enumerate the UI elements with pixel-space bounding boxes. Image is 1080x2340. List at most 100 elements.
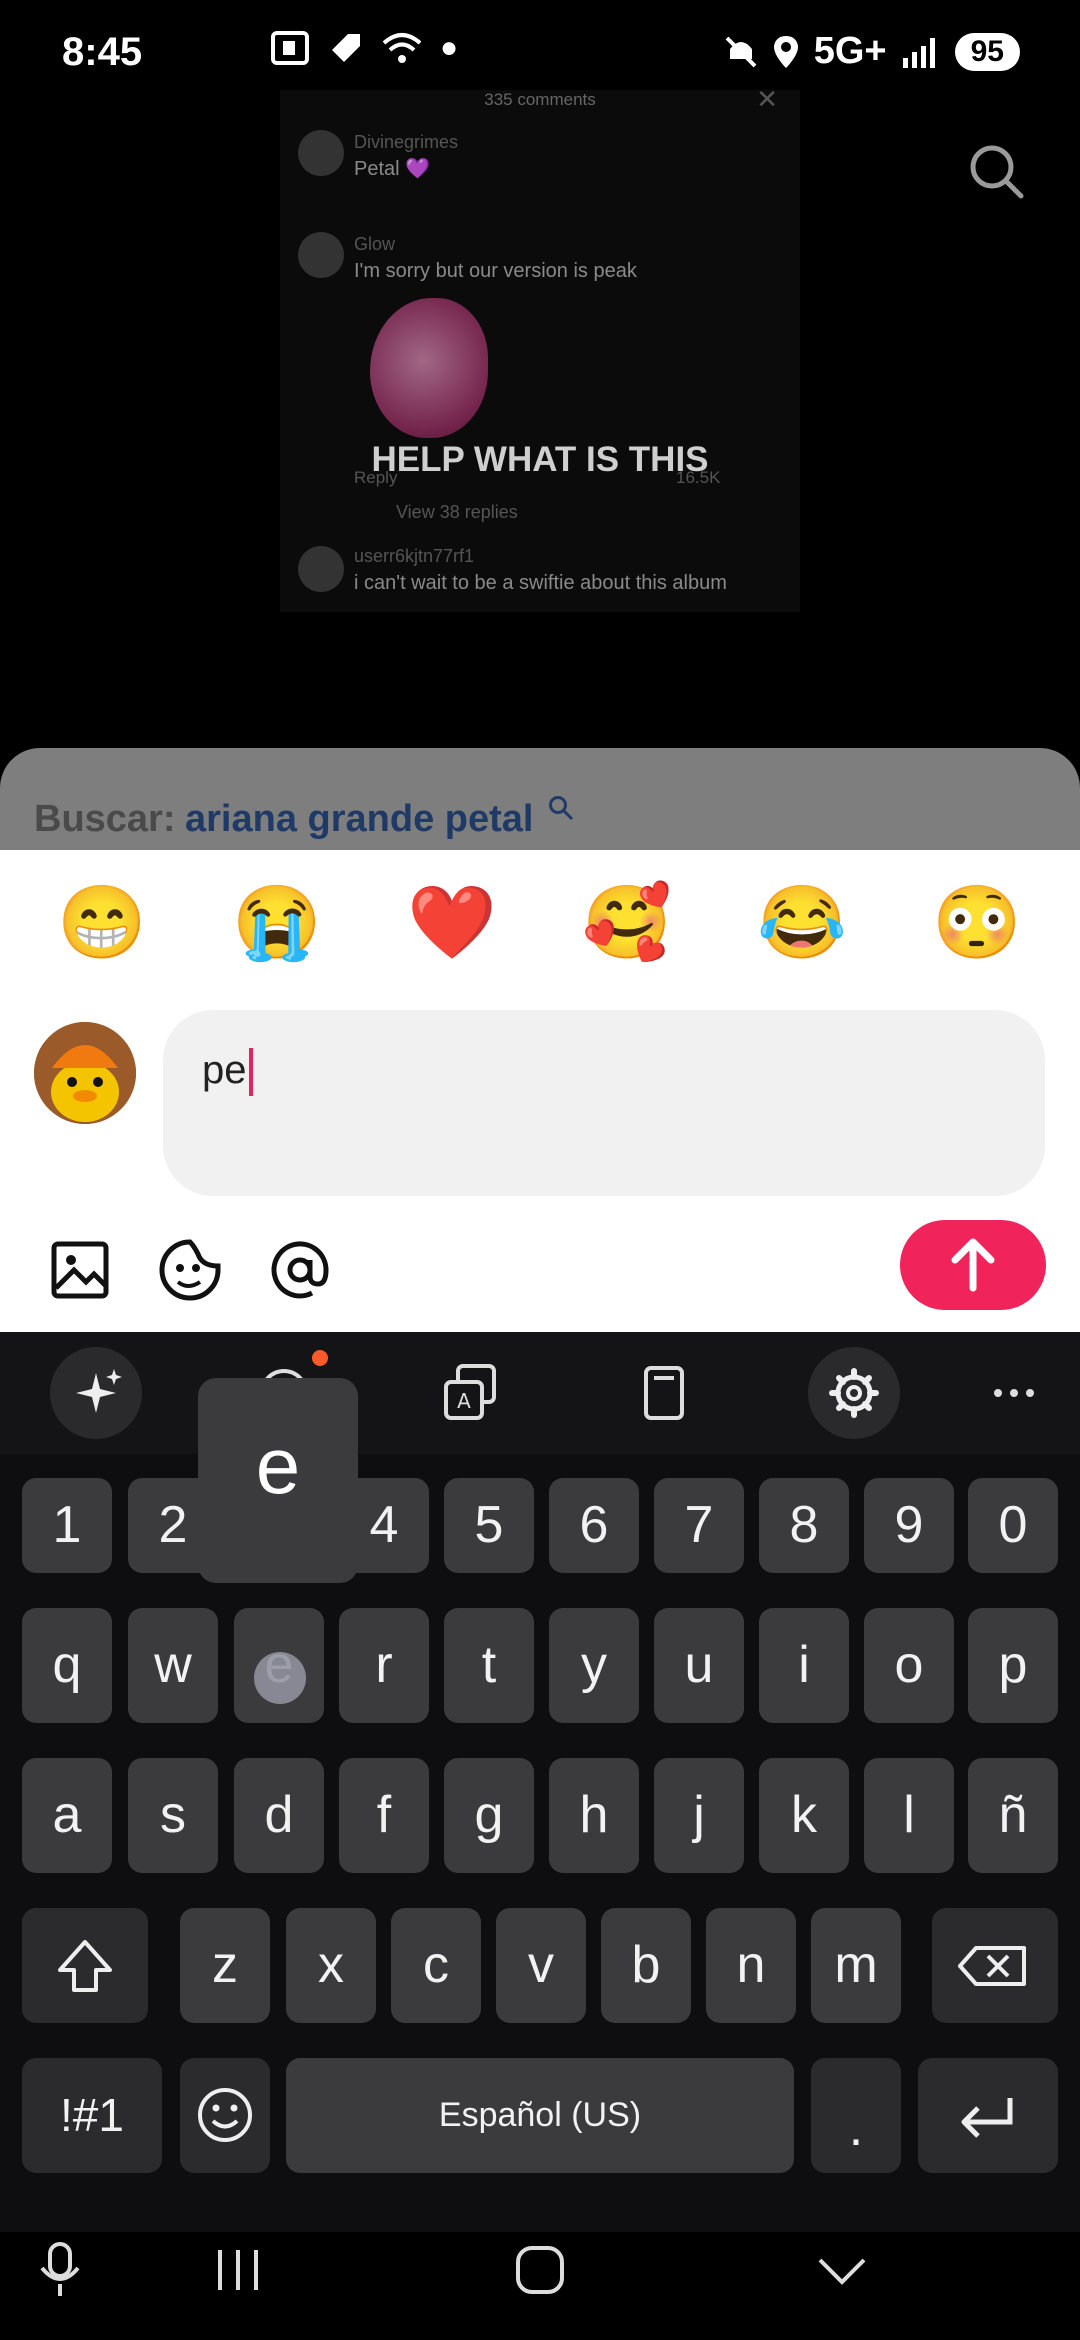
- emoji-smiling-hearts[interactable]: 🥰: [572, 880, 682, 965]
- screen-record-icon: [271, 31, 309, 65]
- key-n-tilde[interactable]: ñ: [968, 1758, 1058, 1873]
- smiley-icon: [198, 2088, 252, 2142]
- keyboard-toolbar: [0, 1332, 1080, 1454]
- key-i[interactable]: i: [759, 1608, 849, 1723]
- key-m[interactable]: m: [811, 1908, 901, 2023]
- image-icon[interactable]: [48, 1238, 112, 1302]
- status-right: 5G+ 95: [724, 30, 1020, 73]
- key-j[interactable]: j: [654, 1758, 744, 1873]
- signal-icon: [902, 37, 935, 68]
- enter-key[interactable]: [918, 2058, 1058, 2173]
- svg-text:A: A: [457, 1389, 471, 1413]
- comment-input-value[interactable]: pe: [202, 1048, 253, 1097]
- notification-dot: [312, 1350, 328, 1366]
- comment-author: userr6kjtn77rf1: [354, 546, 475, 566]
- text-caret: [248, 1048, 253, 1097]
- dot-icon: ●: [440, 31, 459, 64]
- wifi-icon: [382, 33, 422, 63]
- key-q[interactable]: q: [22, 1608, 112, 1723]
- chevron-down-icon[interactable]: [812, 2240, 872, 2300]
- key-6[interactable]: 6: [549, 1478, 639, 1573]
- avatar: [34, 1022, 136, 1124]
- key-x[interactable]: x: [286, 1908, 376, 2023]
- video-preview[interactable]: 335 comments ✕ Divinegrimes Petal 💜 Glow…: [280, 90, 800, 612]
- more-icon[interactable]: [968, 1362, 1060, 1424]
- commenter-avatar: [298, 546, 344, 592]
- period-key[interactable]: .: [811, 2058, 901, 2173]
- key-l[interactable]: l: [864, 1758, 954, 1873]
- key-t[interactable]: t: [444, 1608, 534, 1723]
- comment-text: i can't wait to be a swiftie about this …: [354, 572, 727, 594]
- comment-author: Glow: [354, 234, 396, 254]
- key-p[interactable]: p: [968, 1608, 1058, 1723]
- key-9[interactable]: 9: [864, 1478, 954, 1573]
- key-0[interactable]: 0: [968, 1478, 1058, 1573]
- key-d[interactable]: d: [234, 1758, 324, 1873]
- emoji-laughing[interactable]: 😂: [747, 880, 857, 965]
- search-suggestion-label: Buscar:: [34, 798, 176, 840]
- send-button[interactable]: [900, 1220, 1046, 1310]
- key-u[interactable]: u: [654, 1608, 744, 1723]
- microphone-icon[interactable]: [32, 2240, 88, 2300]
- close-icon: ✕: [756, 90, 778, 114]
- emoji-grin[interactable]: 😁: [47, 880, 157, 965]
- video-caption: HELP WHAT IS THIS: [371, 440, 709, 479]
- key-k[interactable]: k: [759, 1758, 849, 1873]
- commenter-avatar: [298, 130, 344, 176]
- duck-avatar-icon: [34, 1022, 136, 1124]
- comments-count: 335 comments: [484, 90, 596, 109]
- shift-icon: [58, 1940, 112, 1992]
- key-a[interactable]: a: [22, 1758, 112, 1873]
- backspace-icon: [958, 1946, 1026, 1986]
- search-suggestion-term[interactable]: ariana grande petal: [185, 798, 533, 841]
- shift-key[interactable]: [22, 1908, 148, 2023]
- key-8[interactable]: 8: [759, 1478, 849, 1573]
- sticker-icon[interactable]: [158, 1238, 222, 1302]
- comment-author: Divinegrimes: [354, 132, 459, 152]
- gear-icon: [829, 1368, 879, 1418]
- comment-text: Petal 💜: [354, 158, 431, 180]
- key-5[interactable]: 5: [444, 1478, 534, 1573]
- key-r[interactable]: r: [339, 1608, 429, 1723]
- emoji-heart[interactable]: ❤️: [397, 880, 507, 965]
- status-time: 8:45: [62, 30, 143, 74]
- view-replies-link: View 38 replies: [396, 502, 518, 522]
- touch-indicator: [254, 1652, 306, 1704]
- key-popup: e: [198, 1378, 358, 1583]
- key-z[interactable]: z: [180, 1908, 270, 2023]
- settings-button[interactable]: [808, 1347, 900, 1439]
- key-y[interactable]: y: [549, 1608, 639, 1723]
- key-o[interactable]: o: [864, 1608, 954, 1723]
- clipboard-icon[interactable]: [618, 1362, 710, 1424]
- comment-input-text: pe: [202, 1048, 247, 1092]
- search-suggestion-icon: [549, 796, 574, 821]
- battery-indicator: 95: [954, 32, 1020, 71]
- network-label: 5G+: [813, 30, 887, 72]
- emoji-flushed[interactable]: 😳: [922, 880, 1032, 965]
- key-7[interactable]: 7: [654, 1478, 744, 1573]
- key-g[interactable]: g: [444, 1758, 534, 1873]
- ai-tools-button[interactable]: [50, 1347, 142, 1439]
- key-c[interactable]: c: [391, 1908, 481, 2023]
- symbols-key[interactable]: !#1: [22, 2058, 162, 2173]
- home-icon[interactable]: [510, 2240, 570, 2300]
- commenter-avatar: [298, 232, 344, 278]
- sparkle-icon: [76, 1369, 122, 1413]
- recent-apps-icon[interactable]: [210, 2240, 266, 2300]
- key-1[interactable]: 1: [22, 1478, 112, 1573]
- key-s[interactable]: s: [128, 1758, 218, 1873]
- space-key[interactable]: Español (US): [286, 2058, 794, 2173]
- key-b[interactable]: b: [601, 1908, 691, 2023]
- key-v[interactable]: v: [496, 1908, 586, 2023]
- search-icon[interactable]: [968, 143, 1024, 199]
- key-h[interactable]: h: [549, 1758, 639, 1873]
- key-n[interactable]: n: [706, 1908, 796, 2023]
- key-f[interactable]: f: [339, 1758, 429, 1873]
- backspace-key[interactable]: [932, 1908, 1058, 2023]
- emoji-key[interactable]: [180, 2058, 270, 2173]
- emoji-crying[interactable]: 😭: [222, 880, 332, 965]
- translate-icon[interactable]: A: [430, 1362, 522, 1424]
- mention-icon[interactable]: [268, 1238, 332, 1302]
- comment-input[interactable]: [163, 1010, 1045, 1196]
- key-w[interactable]: w: [128, 1608, 218, 1723]
